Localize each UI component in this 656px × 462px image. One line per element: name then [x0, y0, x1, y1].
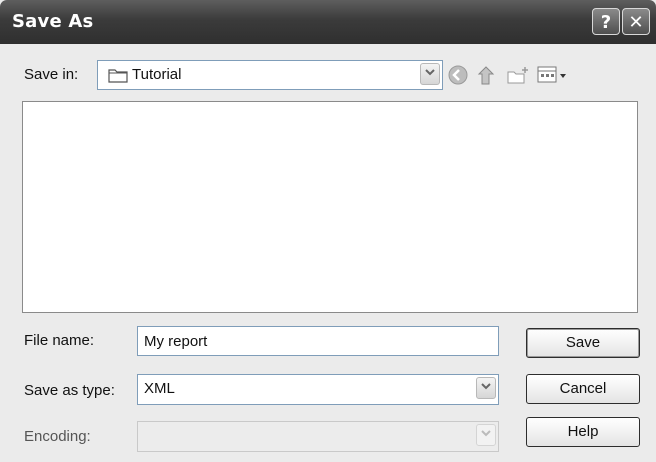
- views-menu-button[interactable]: [536, 64, 568, 86]
- save-button[interactable]: Save: [526, 328, 640, 358]
- help-title-button[interactable]: ?: [592, 8, 620, 35]
- encoding-label: Encoding:: [24, 428, 91, 445]
- help-button[interactable]: Help: [526, 417, 640, 447]
- chevron-down-icon: [425, 69, 435, 76]
- save-in-dropdown-button[interactable]: [420, 63, 440, 85]
- views-menu-icon: [537, 66, 566, 83]
- back-icon: [448, 65, 468, 85]
- save-as-type-dropdown-button[interactable]: [476, 377, 496, 399]
- new-folder-button[interactable]: [506, 64, 530, 86]
- file-name-input[interactable]: [137, 326, 499, 356]
- folder-icon: [108, 67, 128, 88]
- file-name-label: File name:: [24, 332, 95, 349]
- save-as-type-value: XML: [144, 380, 175, 397]
- save-as-type-dropdown[interactable]: XML: [137, 374, 499, 405]
- encoding-dropdown-button: [476, 424, 496, 446]
- new-folder-icon: [507, 67, 528, 84]
- cancel-button[interactable]: Cancel: [526, 374, 640, 404]
- close-button[interactable]: ✕: [622, 8, 650, 35]
- back-button[interactable]: [447, 64, 469, 86]
- save-in-dropdown[interactable]: Tutorial: [97, 60, 443, 90]
- title-bar[interactable]: Save As ? ✕: [0, 0, 656, 44]
- up-folder-button[interactable]: [477, 64, 499, 86]
- save-in-label: Save in:: [24, 66, 79, 83]
- save-as-dialog: Save As ? ✕ Save in: Tutorial File name:…: [0, 0, 656, 462]
- save-in-value: Tutorial: [132, 66, 182, 83]
- chevron-down-icon: [481, 383, 491, 390]
- encoding-dropdown: [137, 421, 499, 452]
- file-list-view[interactable]: [22, 101, 638, 313]
- save-as-type-label: Save as type:: [24, 382, 115, 399]
- chevron-down-icon: [481, 430, 491, 437]
- up-folder-icon: [477, 66, 495, 85]
- window-title: Save As: [12, 11, 94, 32]
